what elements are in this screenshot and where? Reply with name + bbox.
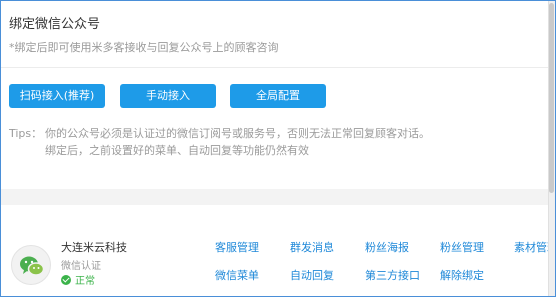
link-fan-management[interactable]: 粉丝管理 (440, 239, 484, 255)
avatar (11, 245, 51, 285)
account-type: 微信认证 (61, 261, 101, 272)
manual-connect-button[interactable]: 手动接入 (120, 84, 216, 108)
account-card: 大连米云科技 微信认证 正常 客服管理 群发消息 粉丝海报 粉丝管理 素材管理 … (1, 205, 555, 296)
link-unbind[interactable]: 解除绑定 (440, 267, 484, 283)
tips-line-1: 你的公众号必须是认证过的微信订阅号或服务号，否则无法正常回复顾客对话。 (45, 127, 430, 140)
page-title: 绑定微信公众号 (9, 17, 101, 32)
check-circle-icon (61, 275, 71, 285)
tips-label: Tips： (9, 127, 43, 140)
tips-line-2: 绑定后，之前设置好的菜单、自动回复等功能仍然有效 (45, 144, 309, 157)
bind-wechat-panel: 绑定微信公众号 *绑定后即可使用米多客接收与回复公众号上的顾客咨询 扫码接入(推… (1, 1, 549, 189)
status-badge: 正常 (61, 272, 95, 287)
link-customer-service[interactable]: 客服管理 (215, 239, 259, 255)
section-separator (1, 189, 549, 205)
scrollbar-thumb[interactable] (549, 3, 554, 193)
account-name: 大连米云科技 (61, 241, 127, 254)
page-subtitle: *绑定后即可使用米多客接收与回复公众号上的顾客咨询 (9, 41, 279, 54)
link-auto-reply[interactable]: 自动回复 (290, 267, 334, 283)
divider (1, 67, 549, 68)
link-third-party-api[interactable]: 第三方接口 (365, 267, 420, 283)
scan-connect-button[interactable]: 扫码接入(推荐) (9, 84, 105, 108)
wechat-icon (20, 256, 45, 276)
status-text: 正常 (75, 276, 95, 287)
global-config-button[interactable]: 全局配置 (230, 84, 326, 108)
link-wechat-menu[interactable]: 微信菜单 (215, 267, 259, 283)
link-fan-poster[interactable]: 粉丝海报 (365, 239, 409, 255)
app-frame: 绑定微信公众号 *绑定后即可使用米多客接收与回复公众号上的顾客咨询 扫码接入(推… (0, 0, 556, 297)
vertical-scrollbar[interactable] (548, 1, 555, 296)
link-mass-message[interactable]: 群发消息 (290, 239, 334, 255)
